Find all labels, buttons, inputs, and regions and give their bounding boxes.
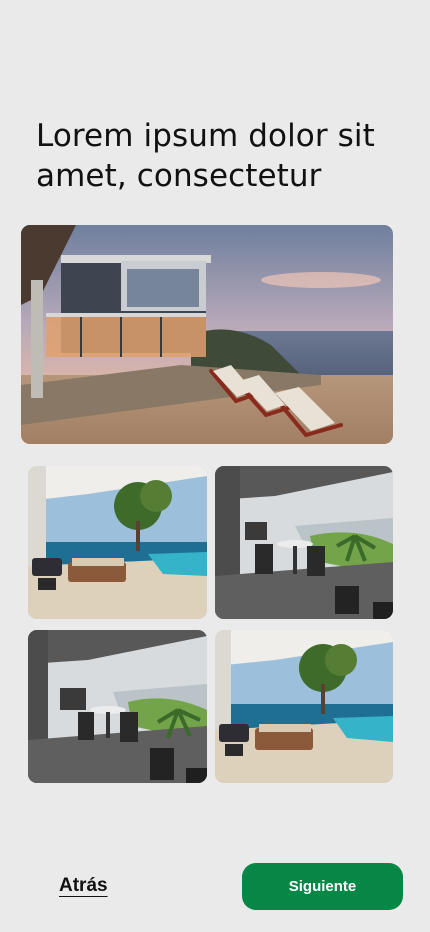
hero-house-photo[interactable]: [21, 225, 393, 444]
hero-house-image: [21, 225, 393, 444]
balcony-table-image: [215, 466, 393, 619]
next-button[interactable]: Siguiente: [242, 863, 403, 910]
gallery-tile-4[interactable]: [215, 630, 393, 783]
terrace-pool-image: [28, 466, 207, 619]
gallery-tile-1[interactable]: [28, 466, 207, 619]
page-title: Lorem ipsum dolor sit amet, consectetur: [36, 118, 375, 194]
back-link[interactable]: Atrás: [59, 875, 108, 897]
terrace-tree-image: [215, 630, 393, 783]
balcony-grill-image: [28, 630, 207, 783]
gallery-tile-2[interactable]: [215, 466, 393, 619]
gallery-tile-3[interactable]: [28, 630, 207, 783]
